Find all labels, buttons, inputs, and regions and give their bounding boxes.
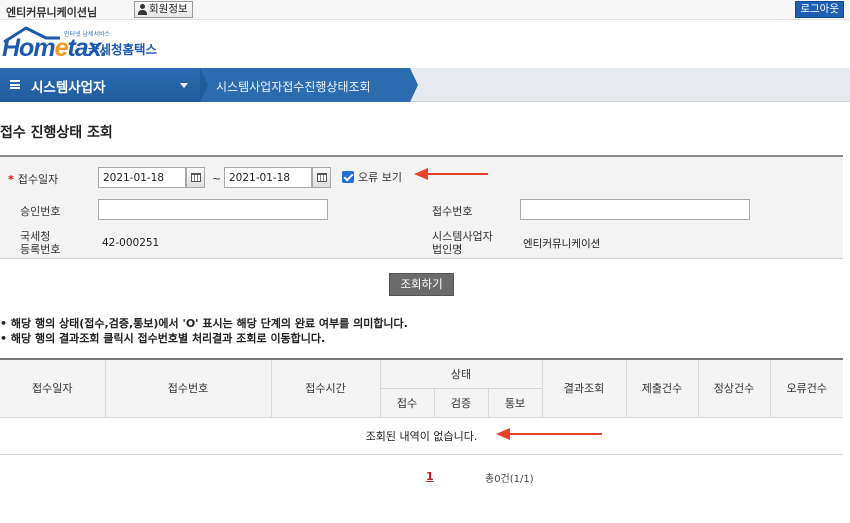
nts-reg-no-value: 42-000251 bbox=[102, 237, 160, 249]
logo-e-text: e bbox=[54, 34, 69, 62]
approval-no-label: 승인번호 bbox=[20, 205, 61, 218]
date-from-input[interactable] bbox=[98, 167, 186, 188]
approval-no-input[interactable] bbox=[98, 199, 328, 220]
column-header-receipt-no: 접수번호 bbox=[105, 358, 272, 418]
nts-reg-no-label-line1: 국세청 bbox=[20, 230, 51, 243]
date-to-input[interactable] bbox=[224, 167, 312, 188]
corp-name-label: 시스템사업자 법인명 bbox=[432, 230, 493, 256]
nts-reg-no-label: 국세청 등록번호 bbox=[20, 230, 60, 256]
search-button[interactable]: 조회하기 bbox=[389, 273, 454, 296]
nts-reg-no-label-line2: 등록번호 bbox=[20, 243, 61, 256]
column-header-status-verify: 검증 bbox=[434, 388, 489, 418]
pager-total: 총0건(1/1) bbox=[485, 474, 534, 485]
empty-message: 조회된 내역이 없습니다. bbox=[0, 417, 844, 455]
annotation-arrow-icon bbox=[414, 168, 488, 180]
date-range-tilde: ~ bbox=[212, 172, 222, 185]
receipt-date-label-text: 접수일자 bbox=[17, 173, 59, 186]
date-from-calendar-button[interactable] bbox=[186, 167, 205, 188]
breadcrumb-label: 시스템사업자접수진행상태조회 bbox=[216, 80, 371, 94]
notes: • 해당 행의 상태(접수,검증,통보)에서 'O' 표시는 해당 단계의 완료… bbox=[0, 316, 408, 346]
receipt-date-label: * 접수일자 bbox=[8, 173, 58, 186]
required-mark: * bbox=[8, 173, 14, 186]
breadcrumb-separator bbox=[200, 68, 208, 102]
column-header-status-receipt: 접수 bbox=[380, 388, 435, 418]
receipt-no-label: 접수번호 bbox=[432, 205, 473, 218]
hometax-logo[interactable]: 인터넷 납세서비스 Hometax. 국세청홈택스 bbox=[2, 26, 172, 62]
column-header-status-notice: 통보 bbox=[488, 388, 543, 418]
column-header-submitted: 제출건수 bbox=[626, 358, 699, 418]
top-bar: 엔티커뮤니케이션님 회원정보 로그아웃 bbox=[0, 0, 850, 20]
main-menu-button[interactable]: 시스템사업자 bbox=[0, 68, 200, 102]
column-header-error: 오류건수 bbox=[770, 358, 844, 418]
hamburger-icon bbox=[10, 80, 20, 89]
note-text: 해당 행의 결과조회 클릭시 접수번호별 처리결과 조회로 이동합니다. bbox=[10, 332, 326, 345]
corp-name-label-line1: 시스템사업자 bbox=[432, 230, 493, 243]
member-info-button[interactable]: 회원정보 bbox=[134, 1, 193, 18]
table-row: 조회된 내역이 없습니다. bbox=[0, 417, 844, 455]
breadcrumb-current[interactable]: 시스템사업자접수진행상태조회 bbox=[200, 68, 410, 102]
calendar-icon bbox=[191, 173, 201, 182]
pager-current-page[interactable]: 1 bbox=[426, 470, 434, 483]
column-header-normal: 정상건수 bbox=[698, 358, 771, 418]
note-item: • 해당 행의 상태(접수,검증,통보)에서 'O' 표시는 해당 단계의 완료… bbox=[0, 317, 408, 330]
column-header-result: 결과조회 bbox=[542, 358, 627, 418]
breadcrumb-arrow bbox=[410, 68, 418, 102]
receipt-no-input[interactable] bbox=[520, 199, 750, 220]
show-errors-checkbox[interactable] bbox=[342, 171, 354, 183]
person-icon bbox=[138, 4, 147, 15]
column-header-status: 상태 bbox=[380, 358, 543, 389]
logout-button[interactable]: 로그아웃 bbox=[795, 1, 844, 18]
result-table: 접수일자 접수번호 접수시간 상태 결과조회 제출건수 정상건수 오류건수 접수… bbox=[0, 358, 844, 455]
annotation-arrow-icon bbox=[496, 428, 602, 440]
show-errors-label[interactable]: 오류 보기 bbox=[358, 171, 402, 184]
logo-korean-text: 국세청홈택스 bbox=[88, 42, 158, 57]
page-title: 접수 진행상태 조회 bbox=[0, 125, 113, 141]
column-header-receipt-time: 접수시간 bbox=[271, 358, 381, 418]
member-info-label: 회원정보 bbox=[149, 3, 188, 15]
date-to-calendar-button[interactable] bbox=[312, 167, 331, 188]
navigation-bar: 시스템사업자 시스템사업자접수진행상태조회 bbox=[0, 68, 850, 102]
logo-home-text: Hom bbox=[2, 34, 56, 62]
note-text: 해당 행의 상태(접수,검증,통보)에서 'O' 표시는 해당 단계의 완료 여… bbox=[10, 317, 408, 330]
calendar-icon bbox=[317, 173, 327, 182]
corp-name-label-line2: 법인명 bbox=[432, 243, 463, 256]
column-header-receipt-date: 접수일자 bbox=[0, 358, 106, 418]
caret-down-icon bbox=[180, 83, 188, 88]
main-menu-label: 시스템사업자 bbox=[31, 80, 106, 96]
corp-name-value: 엔티커뮤니케이션 bbox=[523, 238, 601, 250]
note-item: • 해당 행의 결과조회 클릭시 접수번호별 처리결과 조회로 이동합니다. bbox=[0, 332, 326, 345]
user-name: 엔티커뮤니케이션님 bbox=[6, 6, 98, 19]
